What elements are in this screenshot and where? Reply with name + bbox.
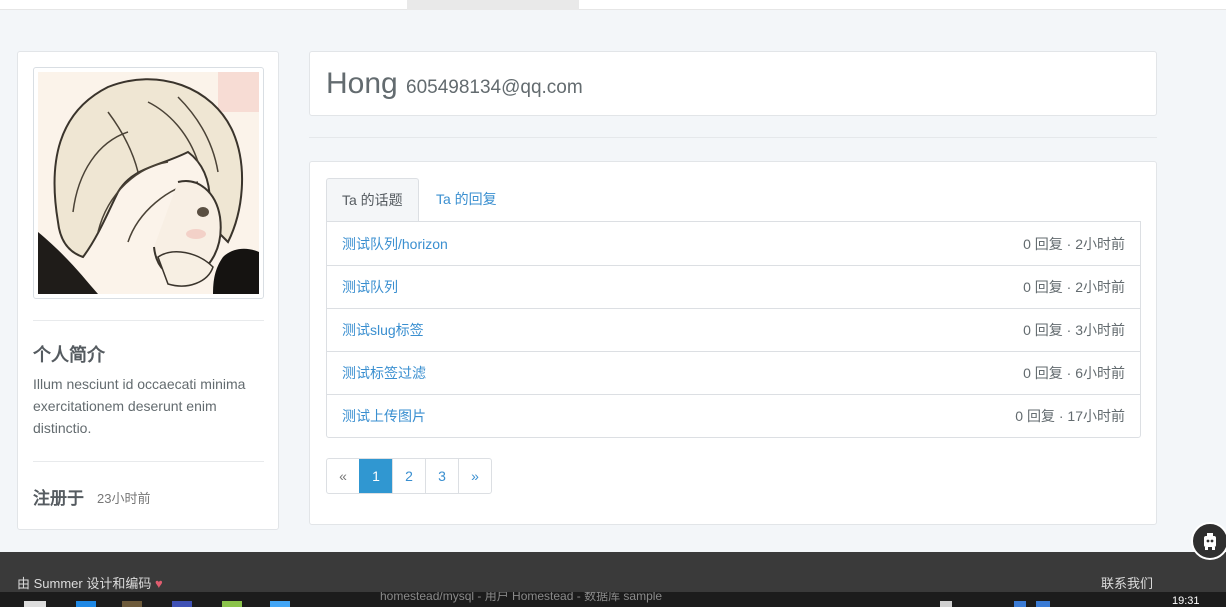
user-header-card: Hong 605498134@qq.com: [309, 51, 1157, 116]
tray-icon[interactable]: [1036, 601, 1050, 607]
avatar: [33, 67, 264, 299]
tab-topics[interactable]: Ta 的话题: [326, 178, 419, 222]
taskbar-clock: 19:31: [1172, 595, 1200, 607]
divider: [33, 320, 264, 321]
footer-credit: 由 Summer 设计和编码 ♥: [17, 573, 163, 592]
intro-title: 个人简介: [33, 345, 105, 365]
profile-card: 个人简介 Illum nesciunt id occaecati minima …: [17, 51, 279, 530]
topic-title-link[interactable]: 测试标签过滤: [342, 363, 426, 383]
registered-value: 23小时前: [97, 491, 151, 506]
heart-icon: ♥: [154, 576, 163, 591]
app-icon[interactable]: [172, 601, 192, 607]
app-icon[interactable]: [270, 601, 290, 607]
back-to-top-button[interactable]: [1191, 522, 1226, 560]
topic-meta: 0 回复 · 2小时前: [1023, 235, 1125, 252]
pagination-page-1[interactable]: 1: [359, 459, 392, 493]
pagination: « 1 2 3 »: [326, 458, 492, 494]
topic-title-link[interactable]: 测试slug标签: [342, 320, 424, 340]
topic-meta: 0 回复 · 2小时前: [1023, 279, 1125, 295]
topic-row: 测试slug标签 0 回复 · 3小时前: [327, 308, 1140, 351]
os-taskbar: homestead/mysql - 用户 Homestead - 数据库 sam…: [0, 592, 1226, 607]
topic-meta: 0 回复 · 17小时前: [1015, 408, 1125, 424]
topic-row: 测试上传图片 0 回复 · 17小时前: [327, 394, 1140, 437]
topic-row: 测试队列/horizon 0 回复 · 2小时前: [327, 222, 1140, 265]
topic-meta: 0 回复 · 6小时前: [1023, 365, 1125, 381]
pagination-page-3[interactable]: 3: [425, 459, 458, 493]
topic-list: 测试队列/horizon 0 回复 · 2小时前 测试队列 0 回复 · 2小时…: [326, 221, 1141, 438]
divider: [33, 461, 264, 462]
navbar-active-item[interactable]: [407, 0, 579, 10]
pagination-page-2[interactable]: 2: [392, 459, 425, 493]
topic-title-link[interactable]: 测试队列/horizon: [342, 234, 448, 254]
registered-label: 注册于: [33, 489, 84, 508]
topic-row: 测试标签过滤 0 回复 · 6小时前: [327, 351, 1140, 394]
intro-text: Illum nesciunt id occaecati minima exerc…: [33, 376, 246, 436]
user-email: 605498134@qq.com: [406, 77, 583, 98]
pagination-next[interactable]: »: [458, 459, 491, 493]
app-icon[interactable]: [122, 601, 142, 607]
topic-row: 测试队列 0 回复 · 2小时前: [327, 265, 1140, 308]
pagination-prev[interactable]: «: [327, 459, 359, 493]
section-divider: [309, 137, 1157, 138]
footer-credit-text: 由 Summer 设计和编码: [17, 576, 152, 591]
tray-icon[interactable]: [940, 601, 952, 607]
tab-replies[interactable]: Ta 的回复: [421, 178, 512, 222]
robot-icon: [1204, 533, 1216, 550]
topic-meta: 0 回复 · 3小时前: [1023, 322, 1125, 338]
contact-link[interactable]: 联系我们: [1101, 573, 1153, 592]
start-icon[interactable]: [24, 601, 46, 607]
taskbar-window-title[interactable]: homestead/mysql - 用户 Homestead - 数据库 sam…: [380, 592, 662, 604]
topics-card: Ta 的话题 Ta 的回复 测试队列/horizon 0 回复 · 2小时前 测…: [309, 161, 1157, 525]
app-icon[interactable]: [76, 601, 96, 607]
tray-icon[interactable]: [1014, 601, 1026, 607]
avatar-illustration: [38, 72, 259, 294]
top-navbar: [0, 0, 1226, 10]
topic-title-link[interactable]: 测试队列: [342, 277, 398, 297]
topic-title-link[interactable]: 测试上传图片: [342, 406, 426, 426]
user-name: Hong: [326, 67, 398, 100]
app-icon[interactable]: [222, 601, 242, 607]
